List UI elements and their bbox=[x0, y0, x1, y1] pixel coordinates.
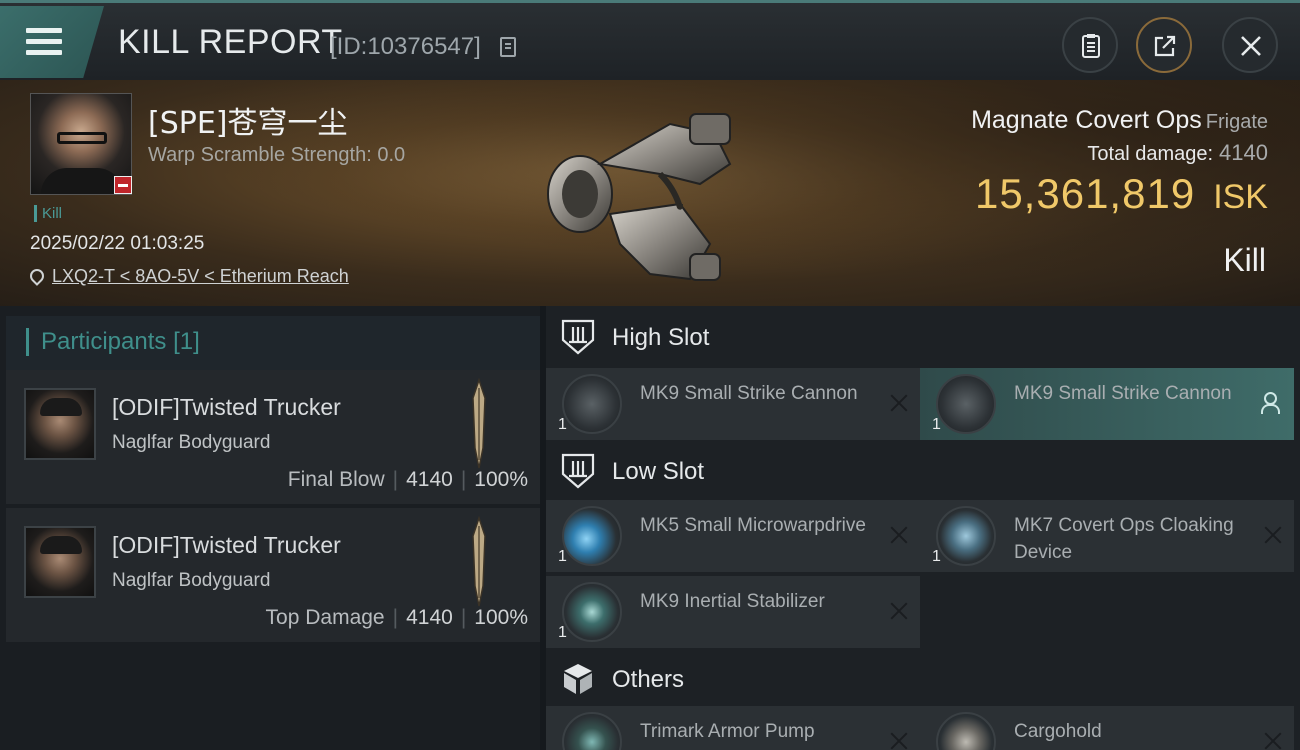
attacker-role: Top Damage bbox=[265, 606, 385, 629]
participant-card[interactable]: [ODIF]Twisted Trucker Naglfar Bodyguard … bbox=[6, 370, 540, 504]
location-link[interactable]: LXQ2-T < 8AO-5V < Etherium Reach bbox=[52, 266, 349, 286]
attacker-role: Final Blow bbox=[287, 468, 385, 491]
item-quantity: 1 bbox=[558, 624, 567, 641]
participants-header: Participants [1] bbox=[6, 316, 540, 372]
attacker-percent: 100% bbox=[474, 606, 528, 629]
cargo-box-icon bbox=[564, 664, 592, 694]
menu-button[interactable] bbox=[0, 6, 104, 78]
attacker-ship-icon bbox=[472, 516, 486, 607]
destroyed-icon bbox=[1264, 732, 1282, 750]
menu-icon bbox=[26, 28, 62, 56]
destroyed-icon bbox=[1264, 526, 1282, 544]
destroyed-icon bbox=[890, 602, 908, 620]
destroyed-icon bbox=[890, 732, 908, 750]
attacker-stats: Final Blow | 4140 | 100% bbox=[287, 468, 528, 491]
attacker-avatar[interactable] bbox=[24, 388, 96, 460]
cargohold-icon bbox=[936, 712, 996, 750]
participant-card[interactable]: [ODIF]Twisted Trucker Naglfar Bodyguard … bbox=[6, 508, 540, 642]
kill-tag: Kill bbox=[34, 205, 62, 222]
item-name: Cargohold bbox=[1014, 721, 1102, 742]
close-icon bbox=[1241, 36, 1261, 56]
attacker-stats: Top Damage | 4140 | 100% bbox=[265, 606, 528, 629]
attacker-ship-icon bbox=[472, 378, 486, 469]
attacker-name: [ODIF]Twisted Trucker bbox=[112, 532, 341, 558]
others-title: Others bbox=[612, 666, 685, 693]
attacker-damage: 4140 bbox=[406, 468, 453, 491]
item-quantity: 1 bbox=[932, 416, 941, 433]
fitting-item[interactable]: Trimark Armor Pump bbox=[546, 706, 920, 750]
item-name: Trimark Armor Pump bbox=[640, 721, 815, 742]
destroyed-icon bbox=[890, 526, 908, 544]
result-label: Kill bbox=[1223, 242, 1266, 278]
high-slot-header: High Slot bbox=[546, 306, 1300, 368]
attacker-ship: Naglfar Bodyguard bbox=[112, 570, 271, 591]
isk-value: 15,361,819 ISK bbox=[975, 170, 1268, 218]
item-name: MK7 Covert Ops Cloaking Device bbox=[1014, 515, 1234, 563]
copy-icon[interactable] bbox=[500, 37, 516, 57]
share-icon bbox=[1154, 35, 1176, 57]
attacker-percent: 100% bbox=[474, 468, 528, 491]
attacker-ship: Naglfar Bodyguard bbox=[112, 432, 271, 453]
cannon-icon bbox=[562, 374, 622, 434]
armor-pump-icon bbox=[562, 712, 622, 750]
total-damage: Total damage: 4140 bbox=[1087, 140, 1268, 166]
fitting-item[interactable]: 1 MK9 Inertial Stabilizer bbox=[546, 576, 920, 648]
cloaking-device-icon bbox=[936, 506, 996, 566]
fittings-panel: High Slot 1 MK9 Small Strike Cannon 1 MK… bbox=[546, 306, 1300, 750]
fitting-item[interactable]: 1 MK5 Small Microwarpdrive bbox=[546, 500, 920, 572]
low-slot-header: Low Slot bbox=[546, 440, 1300, 502]
clipboard-button[interactable] bbox=[1062, 17, 1118, 73]
victim-name[interactable]: [SPE]苍穹一尘 bbox=[148, 98, 348, 142]
participants-count: [1] bbox=[173, 328, 200, 355]
dropped-person-icon bbox=[1260, 392, 1280, 414]
microwarpdrive-icon bbox=[562, 506, 622, 566]
warp-scramble-strength: Warp Scramble Strength: 0.0 bbox=[148, 144, 406, 166]
participants-title: Participants [1] bbox=[26, 328, 200, 356]
high-slot-icon bbox=[561, 319, 595, 355]
attacker-name: [ODIF]Twisted Trucker bbox=[112, 394, 341, 420]
participants-panel: Participants [1] [ODIF]Twisted Trucker N… bbox=[0, 306, 540, 750]
item-name: MK9 Small Strike Cannon bbox=[640, 383, 858, 404]
title-bar: KILL REPORT [ID:10376547] bbox=[0, 0, 1300, 80]
item-quantity: 1 bbox=[558, 416, 567, 433]
clipboard-icon bbox=[1082, 34, 1100, 58]
item-name: MK5 Small Microwarpdrive bbox=[640, 515, 866, 536]
attacker-damage: 4140 bbox=[406, 606, 453, 629]
location-pin-icon bbox=[27, 266, 47, 286]
victim-ship-image bbox=[547, 113, 732, 281]
item-name: MK9 Small Strike Cannon bbox=[1014, 383, 1232, 404]
isk-unit: ISK bbox=[1213, 178, 1268, 216]
others-header: Others bbox=[546, 648, 1300, 710]
fitting-item[interactable]: Cargohold bbox=[920, 706, 1294, 750]
low-slot-icon bbox=[561, 453, 595, 489]
participants-label: Participants bbox=[41, 328, 167, 355]
kill-location[interactable]: LXQ2-T < 8AO-5V < Etherium Reach bbox=[27, 266, 349, 287]
total-damage-value: 4140 bbox=[1219, 140, 1268, 165]
isk-amount: 15,361,819 bbox=[974, 170, 1196, 217]
fitting-item[interactable]: 1 MK9 Small Strike Cannon bbox=[920, 368, 1294, 440]
page-title: KILL REPORT bbox=[118, 23, 343, 61]
item-name: MK9 Inertial Stabilizer bbox=[640, 591, 825, 612]
total-damage-label: Total damage: bbox=[1087, 143, 1214, 165]
item-quantity: 1 bbox=[558, 548, 567, 565]
share-button[interactable] bbox=[1136, 17, 1192, 73]
report-id: [ID:10376547] bbox=[330, 33, 481, 60]
cannon-icon bbox=[936, 374, 996, 434]
fitting-item[interactable]: 1 MK7 Covert Ops Cloaking Device bbox=[920, 500, 1294, 572]
loss-badge bbox=[114, 176, 132, 194]
fitting-item[interactable]: 1 MK9 Small Strike Cannon bbox=[546, 368, 920, 440]
item-quantity: 1 bbox=[932, 548, 941, 565]
low-slot-title: Low Slot bbox=[612, 458, 705, 485]
victim-summary: [SPE]苍穹一尘 Warp Scramble Strength: 0.0 Ki… bbox=[0, 80, 1300, 306]
kill-datetime: 2025/02/22 01:03:25 bbox=[30, 233, 205, 254]
destroyed-icon bbox=[890, 394, 908, 412]
close-button[interactable] bbox=[1222, 17, 1278, 73]
victim-ship-name[interactable]: Magnate Covert Ops Frigate bbox=[971, 106, 1268, 135]
attacker-avatar[interactable] bbox=[24, 526, 96, 598]
ship-name-text: Magnate Covert Ops bbox=[971, 106, 1202, 134]
inertial-stabilizer-icon bbox=[562, 582, 622, 642]
ship-class: Frigate bbox=[1205, 111, 1268, 133]
high-slot-title: High Slot bbox=[612, 324, 710, 351]
